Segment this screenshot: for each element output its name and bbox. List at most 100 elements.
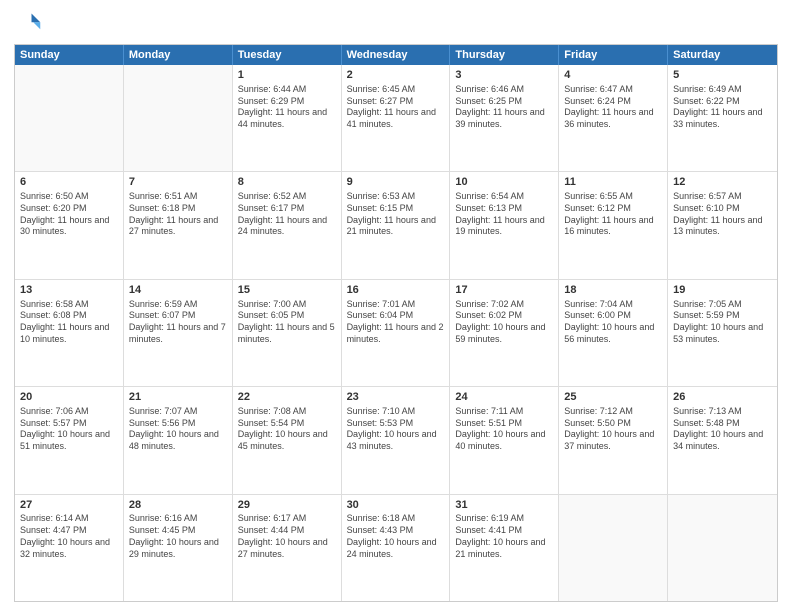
header-day-monday: Monday xyxy=(124,45,233,65)
day-info: Sunrise: 6:19 AMSunset: 4:41 PMDaylight:… xyxy=(455,513,553,560)
calendar-row-1: 6Sunrise: 6:50 AMSunset: 6:20 PMDaylight… xyxy=(15,171,777,278)
day-cell-19: 19Sunrise: 7:05 AMSunset: 5:59 PMDayligh… xyxy=(668,280,777,386)
day-info: Sunrise: 6:44 AMSunset: 6:29 PMDaylight:… xyxy=(238,84,336,131)
day-number: 2 xyxy=(347,68,445,83)
day-number: 17 xyxy=(455,283,553,298)
header-day-wednesday: Wednesday xyxy=(342,45,451,65)
day-cell-12: 12Sunrise: 6:57 AMSunset: 6:10 PMDayligh… xyxy=(668,172,777,278)
day-number: 7 xyxy=(129,175,227,190)
day-info: Sunrise: 6:52 AMSunset: 6:17 PMDaylight:… xyxy=(238,191,336,238)
header-day-tuesday: Tuesday xyxy=(233,45,342,65)
day-info: Sunrise: 6:14 AMSunset: 4:47 PMDaylight:… xyxy=(20,513,118,560)
day-cell-18: 18Sunrise: 7:04 AMSunset: 6:00 PMDayligh… xyxy=(559,280,668,386)
day-number: 28 xyxy=(129,498,227,513)
empty-cell xyxy=(668,495,777,601)
calendar-row-4: 27Sunrise: 6:14 AMSunset: 4:47 PMDayligh… xyxy=(15,494,777,601)
day-info: Sunrise: 6:53 AMSunset: 6:15 PMDaylight:… xyxy=(347,191,445,238)
calendar-row-3: 20Sunrise: 7:06 AMSunset: 5:57 PMDayligh… xyxy=(15,386,777,493)
empty-cell xyxy=(124,65,233,171)
day-number: 18 xyxy=(564,283,662,298)
day-cell-24: 24Sunrise: 7:11 AMSunset: 5:51 PMDayligh… xyxy=(450,387,559,493)
day-cell-6: 6Sunrise: 6:50 AMSunset: 6:20 PMDaylight… xyxy=(15,172,124,278)
empty-cell xyxy=(15,65,124,171)
day-info: Sunrise: 6:17 AMSunset: 4:44 PMDaylight:… xyxy=(238,513,336,560)
day-number: 4 xyxy=(564,68,662,83)
logo-icon xyxy=(14,10,42,38)
day-info: Sunrise: 6:58 AMSunset: 6:08 PMDaylight:… xyxy=(20,299,118,346)
day-info: Sunrise: 6:54 AMSunset: 6:13 PMDaylight:… xyxy=(455,191,553,238)
calendar-header: SundayMondayTuesdayWednesdayThursdayFrid… xyxy=(15,45,777,65)
day-cell-30: 30Sunrise: 6:18 AMSunset: 4:43 PMDayligh… xyxy=(342,495,451,601)
day-cell-2: 2Sunrise: 6:45 AMSunset: 6:27 PMDaylight… xyxy=(342,65,451,171)
day-cell-13: 13Sunrise: 6:58 AMSunset: 6:08 PMDayligh… xyxy=(15,280,124,386)
day-info: Sunrise: 6:46 AMSunset: 6:25 PMDaylight:… xyxy=(455,84,553,131)
day-cell-31: 31Sunrise: 6:19 AMSunset: 4:41 PMDayligh… xyxy=(450,495,559,601)
header-day-saturday: Saturday xyxy=(668,45,777,65)
calendar-row-2: 13Sunrise: 6:58 AMSunset: 6:08 PMDayligh… xyxy=(15,279,777,386)
day-info: Sunrise: 6:50 AMSunset: 6:20 PMDaylight:… xyxy=(20,191,118,238)
day-cell-9: 9Sunrise: 6:53 AMSunset: 6:15 PMDaylight… xyxy=(342,172,451,278)
day-cell-17: 17Sunrise: 7:02 AMSunset: 6:02 PMDayligh… xyxy=(450,280,559,386)
day-info: Sunrise: 7:02 AMSunset: 6:02 PMDaylight:… xyxy=(455,299,553,346)
calendar-body: 1Sunrise: 6:44 AMSunset: 6:29 PMDaylight… xyxy=(15,65,777,601)
day-number: 31 xyxy=(455,498,553,513)
day-cell-22: 22Sunrise: 7:08 AMSunset: 5:54 PMDayligh… xyxy=(233,387,342,493)
day-number: 3 xyxy=(455,68,553,83)
day-info: Sunrise: 6:47 AMSunset: 6:24 PMDaylight:… xyxy=(564,84,662,131)
day-info: Sunrise: 7:01 AMSunset: 6:04 PMDaylight:… xyxy=(347,299,445,346)
day-cell-1: 1Sunrise: 6:44 AMSunset: 6:29 PMDaylight… xyxy=(233,65,342,171)
day-number: 5 xyxy=(673,68,772,83)
day-info: Sunrise: 6:49 AMSunset: 6:22 PMDaylight:… xyxy=(673,84,772,131)
day-info: Sunrise: 6:55 AMSunset: 6:12 PMDaylight:… xyxy=(564,191,662,238)
day-info: Sunrise: 6:59 AMSunset: 6:07 PMDaylight:… xyxy=(129,299,227,346)
day-number: 10 xyxy=(455,175,553,190)
day-info: Sunrise: 7:00 AMSunset: 6:05 PMDaylight:… xyxy=(238,299,336,346)
day-cell-16: 16Sunrise: 7:01 AMSunset: 6:04 PMDayligh… xyxy=(342,280,451,386)
day-number: 9 xyxy=(347,175,445,190)
day-cell-29: 29Sunrise: 6:17 AMSunset: 4:44 PMDayligh… xyxy=(233,495,342,601)
calendar-row-0: 1Sunrise: 6:44 AMSunset: 6:29 PMDaylight… xyxy=(15,65,777,171)
day-number: 12 xyxy=(673,175,772,190)
day-number: 14 xyxy=(129,283,227,298)
day-cell-27: 27Sunrise: 6:14 AMSunset: 4:47 PMDayligh… xyxy=(15,495,124,601)
day-number: 1 xyxy=(238,68,336,83)
logo xyxy=(14,10,44,38)
day-info: Sunrise: 7:10 AMSunset: 5:53 PMDaylight:… xyxy=(347,406,445,453)
day-info: Sunrise: 6:18 AMSunset: 4:43 PMDaylight:… xyxy=(347,513,445,560)
day-number: 25 xyxy=(564,390,662,405)
day-cell-28: 28Sunrise: 6:16 AMSunset: 4:45 PMDayligh… xyxy=(124,495,233,601)
day-info: Sunrise: 6:16 AMSunset: 4:45 PMDaylight:… xyxy=(129,513,227,560)
day-number: 16 xyxy=(347,283,445,298)
day-info: Sunrise: 6:57 AMSunset: 6:10 PMDaylight:… xyxy=(673,191,772,238)
day-number: 21 xyxy=(129,390,227,405)
header-day-thursday: Thursday xyxy=(450,45,559,65)
day-cell-4: 4Sunrise: 6:47 AMSunset: 6:24 PMDaylight… xyxy=(559,65,668,171)
day-number: 19 xyxy=(673,283,772,298)
day-number: 15 xyxy=(238,283,336,298)
day-number: 8 xyxy=(238,175,336,190)
day-cell-14: 14Sunrise: 6:59 AMSunset: 6:07 PMDayligh… xyxy=(124,280,233,386)
day-cell-10: 10Sunrise: 6:54 AMSunset: 6:13 PMDayligh… xyxy=(450,172,559,278)
day-cell-23: 23Sunrise: 7:10 AMSunset: 5:53 PMDayligh… xyxy=(342,387,451,493)
day-number: 23 xyxy=(347,390,445,405)
day-info: Sunrise: 7:11 AMSunset: 5:51 PMDaylight:… xyxy=(455,406,553,453)
day-cell-3: 3Sunrise: 6:46 AMSunset: 6:25 PMDaylight… xyxy=(450,65,559,171)
empty-cell xyxy=(559,495,668,601)
day-number: 22 xyxy=(238,390,336,405)
day-cell-7: 7Sunrise: 6:51 AMSunset: 6:18 PMDaylight… xyxy=(124,172,233,278)
day-cell-21: 21Sunrise: 7:07 AMSunset: 5:56 PMDayligh… xyxy=(124,387,233,493)
day-cell-11: 11Sunrise: 6:55 AMSunset: 6:12 PMDayligh… xyxy=(559,172,668,278)
day-cell-25: 25Sunrise: 7:12 AMSunset: 5:50 PMDayligh… xyxy=(559,387,668,493)
day-cell-26: 26Sunrise: 7:13 AMSunset: 5:48 PMDayligh… xyxy=(668,387,777,493)
day-info: Sunrise: 7:07 AMSunset: 5:56 PMDaylight:… xyxy=(129,406,227,453)
day-info: Sunrise: 7:08 AMSunset: 5:54 PMDaylight:… xyxy=(238,406,336,453)
day-number: 6 xyxy=(20,175,118,190)
day-number: 11 xyxy=(564,175,662,190)
day-info: Sunrise: 6:45 AMSunset: 6:27 PMDaylight:… xyxy=(347,84,445,131)
calendar: SundayMondayTuesdayWednesdayThursdayFrid… xyxy=(14,44,778,602)
day-info: Sunrise: 7:05 AMSunset: 5:59 PMDaylight:… xyxy=(673,299,772,346)
day-number: 24 xyxy=(455,390,553,405)
day-cell-15: 15Sunrise: 7:00 AMSunset: 6:05 PMDayligh… xyxy=(233,280,342,386)
day-cell-8: 8Sunrise: 6:52 AMSunset: 6:17 PMDaylight… xyxy=(233,172,342,278)
day-info: Sunrise: 7:13 AMSunset: 5:48 PMDaylight:… xyxy=(673,406,772,453)
